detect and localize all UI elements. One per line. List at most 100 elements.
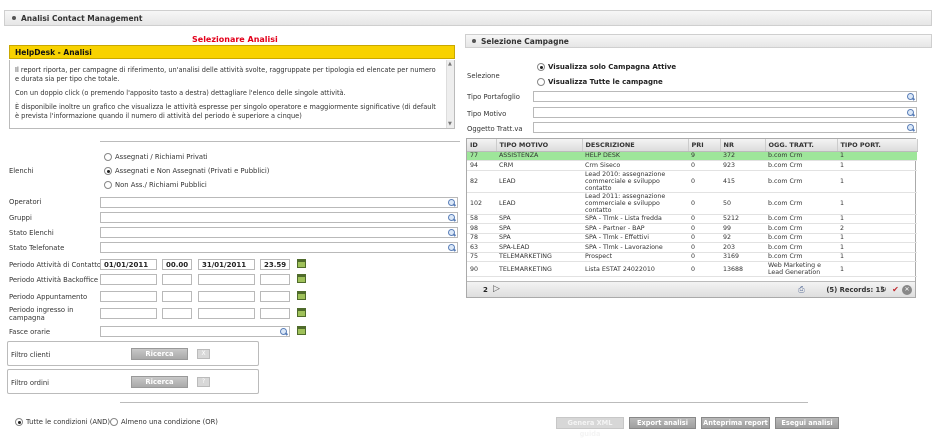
appuntamento-time-to[interactable]: [260, 291, 290, 302]
description-scrollbar[interactable]: ▲ ▼: [446, 60, 454, 128]
backoffice-time-to[interactable]: [260, 274, 290, 285]
column-header-tipo-port[interactable]: TIPO PORT.: [837, 139, 918, 152]
appuntamento-date-from[interactable]: [100, 291, 157, 302]
radio-non-assegnati-pubblici[interactable]: [104, 181, 112, 189]
ingresso-date-to[interactable]: [198, 308, 255, 319]
table-row[interactable]: 78 SPA SPA - Tlmk - Effettivi 0 92 b.com Crm 1: [467, 233, 917, 243]
filtro-clienti-box: Filtro clienti Ricerca X: [7, 341, 259, 366]
radio-tutte-campagne[interactable]: [537, 78, 545, 86]
operatori-input[interactable]: [100, 197, 458, 208]
radio-assegnati-privati[interactable]: [104, 153, 112, 161]
periodo-ingresso-label-2: campagna: [9, 314, 45, 322]
campaign-grid: ID TIPO MOTIVO DESCRIZIONE PRI NR OGG. T…: [466, 138, 918, 298]
table-row[interactable]: 102 LEAD Lead 2011: assegnazione commercia…: [467, 192, 917, 215]
tipo-portafoglio-label: Tipo Portafoglio: [467, 93, 520, 101]
search-icon[interactable]: [907, 124, 915, 132]
printer-icon[interactable]: ⎙: [797, 285, 806, 294]
cell-tipo-motivo: CRM: [496, 160, 582, 171]
scroll-down-icon[interactable]: ▼: [448, 121, 452, 127]
tipo-motivo-input[interactable]: [533, 107, 917, 118]
cell-nr: 50: [720, 192, 765, 215]
search-icon[interactable]: [907, 109, 915, 117]
tipo-portafoglio-input[interactable]: [533, 91, 917, 102]
cell-nr: 92: [720, 233, 765, 243]
column-header-descrizione[interactable]: DESCRIZIONE: [582, 139, 689, 152]
scroll-up-icon[interactable]: ▲: [448, 61, 452, 67]
table-row[interactable]: 63 SPA-LEAD SPA - Tlmk - Lavorazione 0 203 b.…: [467, 242, 917, 253]
cell-tipo-motivo: SPA: [496, 223, 582, 234]
table-row[interactable]: 98 SPA SPA - Partner - BAP 0 99 b.com Crm 2: [467, 223, 917, 234]
periodo-ingresso-label: Periodo ingresso in: [9, 306, 74, 314]
radio-condition-and[interactable]: [15, 418, 23, 426]
ingresso-time-to[interactable]: [260, 308, 290, 319]
clear-clienti-button[interactable]: X: [197, 349, 210, 359]
gruppi-input[interactable]: [100, 212, 458, 223]
column-header-id[interactable]: ID: [467, 139, 497, 152]
backoffice-date-from[interactable]: [100, 274, 157, 285]
selected-analysis-row[interactable]: HelpDesk - Analisi: [9, 45, 455, 59]
calendar-icon[interactable]: [297, 326, 306, 335]
column-header-ogg-tratt[interactable]: OGG. TRATT.: [765, 139, 838, 152]
cell-pri: 0: [688, 223, 720, 234]
clear-ordini-button[interactable]: ?: [197, 377, 210, 387]
table-header-row: ID TIPO MOTIVO DESCRIZIONE PRI NR OGG. T…: [467, 139, 918, 152]
cell-descrizione: Lead 2011: assegnazione commerciale e sv…: [582, 192, 688, 215]
cell-descrizione: Crm Siseco: [582, 160, 688, 171]
search-icon[interactable]: [907, 93, 915, 101]
next-page-icon[interactable]: ▷: [493, 284, 500, 294]
radio-label: Assegnati / Richiami Privati: [115, 153, 208, 161]
column-header-tipo-motivo[interactable]: TIPO MOTIVO: [496, 139, 583, 152]
search-icon[interactable]: [448, 244, 456, 252]
cell-tipo-port: 1: [837, 233, 917, 243]
search-icon[interactable]: [448, 229, 456, 237]
table-row[interactable]: 58 SPA SPA - Tlmk - Lista fredda 0 5212 b.com…: [467, 214, 917, 224]
stato-elenchi-input[interactable]: [100, 227, 458, 238]
stato-telefonate-input[interactable]: [100, 242, 458, 253]
fasce-orarie-label: Fasce orarie: [9, 328, 51, 336]
export-analisi-button[interactable]: Export analisi: [629, 417, 696, 429]
table-row[interactable]: 94 CRM Crm Siseco 0 923 b.com Crm 1: [467, 160, 917, 171]
cell-ogg-tratt: b.com Crm: [765, 233, 837, 243]
ingresso-date-from[interactable]: [100, 308, 157, 319]
search-icon[interactable]: [280, 328, 288, 336]
backoffice-time-from[interactable]: [162, 274, 192, 285]
calendar-icon[interactable]: [297, 259, 306, 268]
table-row[interactable]: 75 TELEMARKETING Prospect 0 3169 b.com Crm 1: [467, 252, 917, 262]
column-header-nr[interactable]: NR: [720, 139, 766, 152]
table-row[interactable]: 82 LEAD Lead 2010: assegnazione commercial…: [467, 170, 917, 193]
check-icon[interactable]: ✔: [891, 285, 900, 294]
selected-analysis-label: HelpDesk - Analisi: [15, 48, 92, 57]
contatto-time-to[interactable]: 23.59: [260, 259, 290, 270]
calendar-icon[interactable]: [297, 291, 306, 300]
bullet-icon: [12, 16, 16, 20]
backoffice-date-to[interactable]: [198, 274, 255, 285]
contatto-date-from[interactable]: 01/01/2011: [100, 259, 157, 270]
esegui-analisi-button[interactable]: Esegui analisi: [775, 417, 839, 429]
calendar-icon[interactable]: [297, 308, 306, 317]
contatto-time-from[interactable]: 00.00: [162, 259, 192, 270]
radio-condition-or[interactable]: [110, 418, 118, 426]
radio-campagne-attive[interactable]: [537, 63, 545, 71]
genera-xml-button[interactable]: Genera XML guida: [556, 417, 624, 438]
oggetto-input[interactable]: [533, 122, 917, 133]
calendar-icon[interactable]: [297, 274, 306, 283]
anteprima-report-button[interactable]: Anteprima report: [701, 417, 770, 429]
radio-assegnati-non-assegnati[interactable]: [104, 167, 112, 175]
appuntamento-date-to[interactable]: [198, 291, 255, 302]
ricerca-clienti-button[interactable]: Ricerca: [131, 348, 188, 360]
search-icon[interactable]: [448, 199, 456, 207]
close-icon[interactable]: ✕: [902, 285, 912, 295]
ingresso-time-from[interactable]: [162, 308, 192, 319]
refresh-icon[interactable]: ↻: [879, 285, 888, 294]
table-row[interactable]: 77 ASSISTENZA HELP DESK 9 372 b.com Crm 1: [467, 151, 917, 161]
cell-id: 98: [467, 223, 496, 234]
appuntamento-time-from[interactable]: [162, 291, 192, 302]
search-icon[interactable]: [448, 214, 456, 222]
cell-ogg-tratt: b.com Crm: [765, 170, 837, 193]
ricerca-ordini-button[interactable]: Ricerca: [131, 376, 188, 388]
column-header-pri[interactable]: PRI: [688, 139, 721, 152]
cell-nr: 3169: [720, 252, 765, 262]
fasce-orarie-input[interactable]: [100, 326, 290, 337]
table-row[interactable]: 90 TELEMARKETING Lista ESTAT 24022010 0 1368…: [467, 261, 917, 277]
contatto-date-to[interactable]: 31/01/2011: [198, 259, 255, 270]
